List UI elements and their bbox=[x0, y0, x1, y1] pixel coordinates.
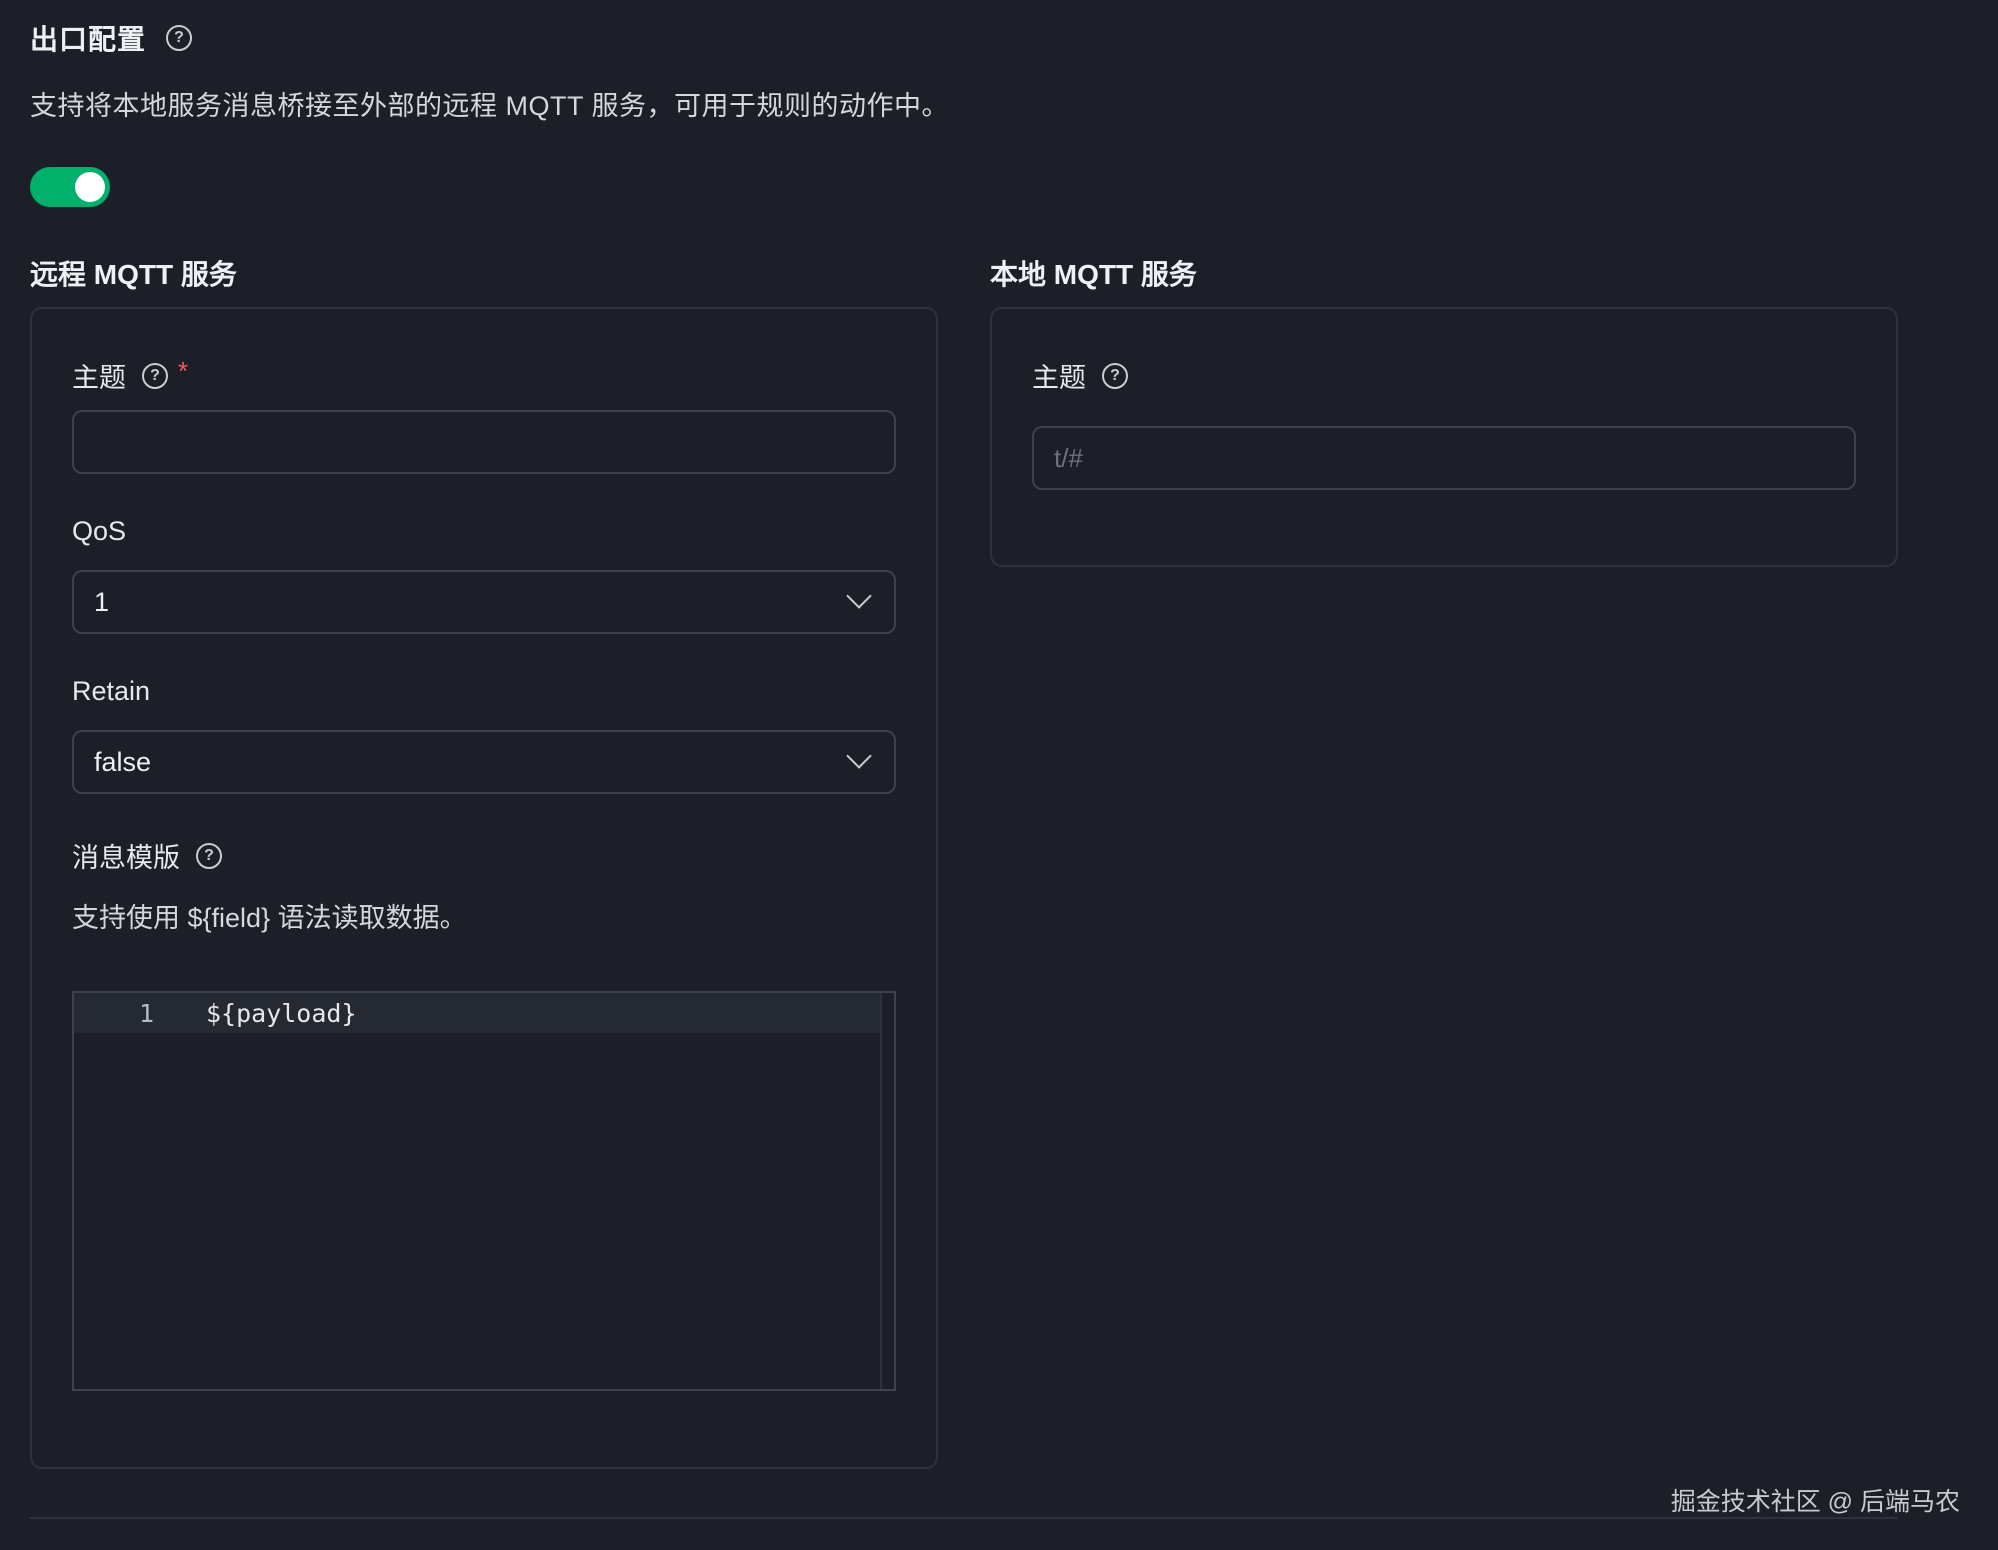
chevron-down-icon bbox=[846, 743, 872, 769]
local-mqtt-title: 本地 MQTT 服务 bbox=[990, 259, 1197, 290]
template-label: 消息模版 bbox=[72, 843, 180, 873]
local-topic-label: 主题 bbox=[1032, 363, 1086, 393]
help-icon[interactable]: ? bbox=[166, 25, 193, 51]
local-mqtt-panel: 主题 ? bbox=[990, 307, 1898, 567]
editor-line[interactable]: 1 ${payload} bbox=[74, 993, 880, 1033]
section-description: 支持将本地服务消息桥接至外部的远程 MQTT 服务，可用于规则的动作中。 bbox=[30, 91, 949, 121]
help-icon[interactable]: ? bbox=[196, 842, 222, 869]
template-hint: 支持使用 ${field} 语法读取数据。 bbox=[72, 903, 467, 933]
qos-select[interactable]: 1 bbox=[72, 570, 896, 634]
remote-topic-label: 主题 bbox=[72, 363, 126, 393]
local-topic-field[interactable] bbox=[1032, 426, 1856, 490]
local-topic-input[interactable] bbox=[1034, 428, 1854, 488]
template-code-editor[interactable]: 1 ${payload} bbox=[72, 991, 896, 1391]
remote-topic-input[interactable] bbox=[74, 412, 894, 472]
qos-selected-value: 1 bbox=[94, 586, 110, 617]
retain-select[interactable]: false bbox=[72, 730, 896, 794]
section-header: 出口配置 ? bbox=[30, 18, 193, 58]
qos-label: QoS bbox=[72, 516, 127, 546]
template-label-row: 消息模版 ? bbox=[72, 836, 222, 875]
retain-label: Retain bbox=[72, 676, 151, 706]
line-number: 1 bbox=[138, 998, 154, 1028]
remote-mqtt-panel: 主题 ? * QoS 1 Retain false 消息模版 ? 支持使用 ${… bbox=[30, 307, 938, 1469]
retain-label-row: Retain bbox=[72, 676, 150, 707]
code-text[interactable]: ${payload} bbox=[206, 999, 357, 1028]
local-topic-label-row: 主题 ? bbox=[1032, 356, 1128, 395]
toggle-knob bbox=[75, 172, 105, 202]
chevron-down-icon bbox=[846, 583, 872, 609]
remote-topic-label-row: 主题 ? * bbox=[72, 356, 188, 395]
remote-topic-field[interactable] bbox=[72, 410, 896, 474]
watermark: 掘金技术社区 @ 后端马农 bbox=[1670, 1488, 1960, 1516]
retain-selected-value: false bbox=[94, 746, 152, 777]
help-icon[interactable]: ? bbox=[1102, 362, 1128, 389]
enable-toggle[interactable] bbox=[30, 167, 110, 207]
section-title: 出口配置 bbox=[30, 24, 147, 55]
bottom-divider bbox=[30, 1517, 1898, 1519]
editor-scrollbar[interactable] bbox=[880, 993, 894, 1389]
remote-mqtt-title: 远程 MQTT 服务 bbox=[30, 259, 237, 290]
qos-label-row: QoS bbox=[72, 516, 126, 547]
help-icon[interactable]: ? bbox=[142, 362, 168, 389]
required-mark: * bbox=[178, 356, 189, 386]
